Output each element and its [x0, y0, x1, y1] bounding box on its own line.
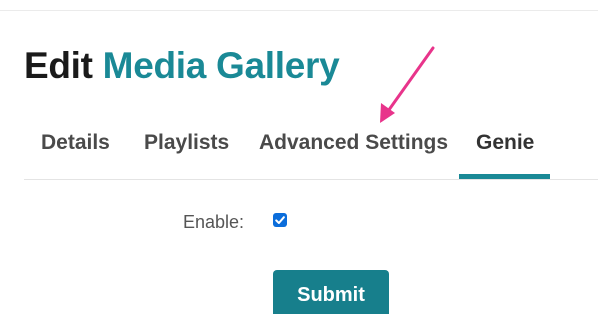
- top-divider: [0, 10, 598, 11]
- page-title-gallery-name: Media Gallery: [102, 45, 340, 86]
- tab-bar: Details Playlists Advanced Settings Geni…: [24, 124, 598, 180]
- tab-advanced-settings[interactable]: Advanced Settings: [259, 124, 448, 176]
- tab-playlists[interactable]: Playlists: [144, 124, 229, 176]
- checkmark-icon: [275, 216, 285, 224]
- tab-details[interactable]: Details: [41, 124, 110, 176]
- edit-media-gallery-page: Edit Media Gallery Details Playlists Adv…: [0, 0, 598, 314]
- tab-genie[interactable]: Genie: [476, 124, 534, 176]
- page-title: Edit Media Gallery: [24, 44, 340, 88]
- enable-checkbox[interactable]: [273, 213, 287, 227]
- submit-button[interactable]: Submit: [273, 270, 389, 314]
- tabs-divider: [24, 179, 598, 180]
- enable-label: Enable:: [183, 212, 245, 232]
- page-title-prefix: Edit: [24, 45, 93, 86]
